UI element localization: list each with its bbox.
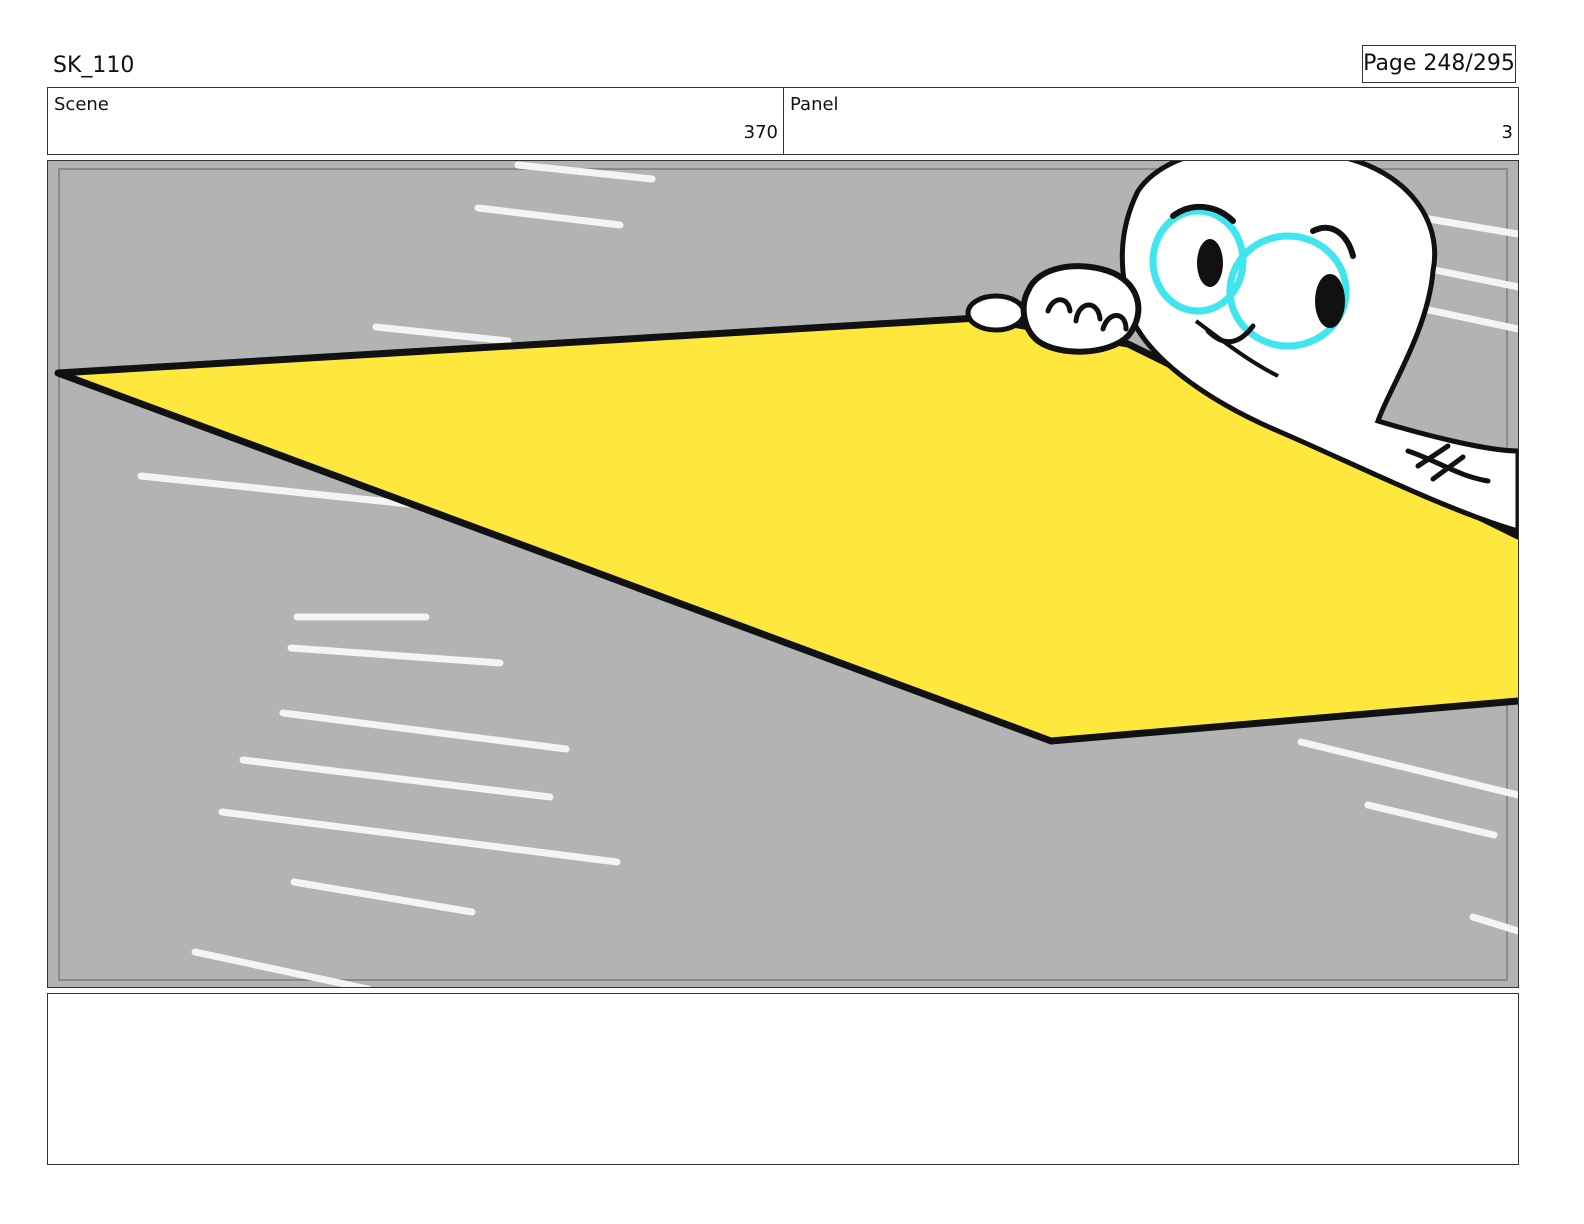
notes-box — [47, 993, 1519, 1165]
project-code: SK_110 — [53, 53, 135, 78]
scene-cell: Scene 370 — [48, 88, 784, 154]
storyboard-frame — [47, 160, 1519, 988]
hand-thumb — [965, 293, 1027, 333]
panel-number: 3 — [1501, 122, 1513, 143]
left-eye — [1197, 239, 1223, 287]
scene-panel-info-row: Scene 370 Panel 3 — [47, 87, 1519, 155]
scene-number: 370 — [743, 122, 778, 143]
page-indicator: Page 248/295 — [1362, 45, 1516, 83]
panel-label: Panel — [790, 94, 839, 115]
scene-label: Scene — [54, 94, 109, 115]
panel-cell: Panel 3 — [784, 88, 1518, 154]
storyboard-drawing — [48, 161, 1518, 987]
right-eye — [1315, 274, 1345, 328]
